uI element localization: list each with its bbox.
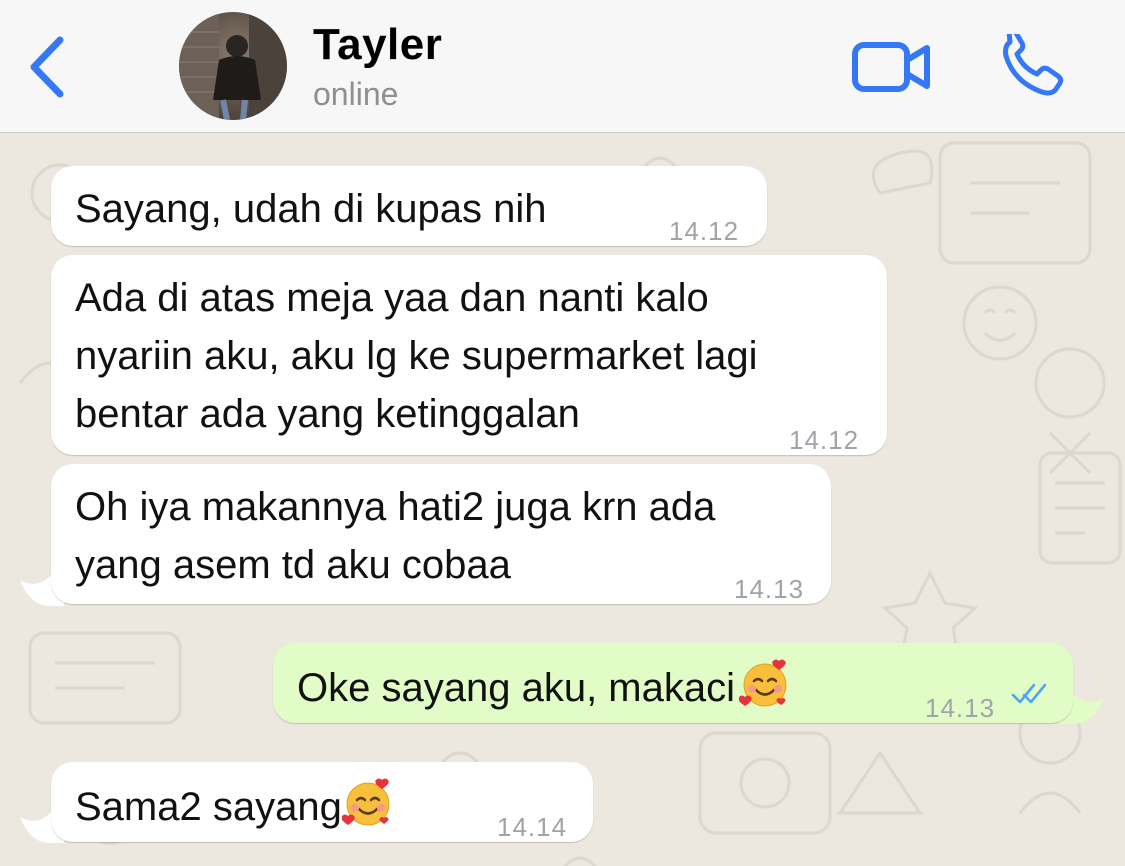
message-text: Oh iya makannya hati2 juga krn ada yang … bbox=[75, 485, 716, 587]
message-time: 14.12 bbox=[669, 216, 740, 246]
contact-status: online bbox=[313, 76, 399, 112]
contact-name[interactable]: Tayler bbox=[313, 20, 442, 70]
message-time: 14.13 bbox=[925, 693, 996, 723]
message-bubble-incoming[interactable]: Ada di atas meja yaa dan nanti kalo nyar… bbox=[51, 255, 887, 455]
message-time: 14.14 bbox=[497, 812, 568, 842]
avatar-image bbox=[179, 12, 287, 120]
avatar[interactable] bbox=[179, 12, 287, 120]
message-text: Sama2 sayang bbox=[75, 776, 394, 836]
message-bubble-incoming[interactable]: Sayang, udah di kupas nih 14.12 bbox=[51, 166, 767, 246]
message-text-content: Sama2 sayang bbox=[75, 785, 342, 829]
read-double-check-icon bbox=[1011, 683, 1047, 704]
smiling-face-with-hearts-icon bbox=[739, 659, 787, 707]
message-bubble-incoming[interactable]: Sama2 sayang 14.14 bbox=[51, 762, 593, 842]
message-text: Oke sayang aku, makaci bbox=[297, 657, 791, 717]
smiling-face-with-hearts-icon bbox=[341, 778, 390, 826]
message-text: Sayang, udah di kupas nih bbox=[75, 187, 547, 231]
message-bubble-incoming[interactable]: Oh iya makannya hati2 juga krn ada yang … bbox=[51, 464, 831, 604]
message-text-content: Oke sayang aku, makaci bbox=[297, 666, 735, 710]
phone-icon[interactable] bbox=[1000, 34, 1068, 98]
video-camera-icon[interactable] bbox=[850, 38, 932, 96]
message-bubble-outgoing[interactable]: Oke sayang aku, makaci 14.13 bbox=[273, 643, 1073, 723]
message-time: 14.12 bbox=[789, 425, 860, 455]
chevron-left-icon[interactable] bbox=[24, 34, 68, 100]
message-text: Ada di atas meja yaa dan nanti kalo nyar… bbox=[75, 276, 758, 436]
message-time: 14.13 bbox=[734, 574, 805, 604]
chat-header: Tayler online bbox=[0, 0, 1125, 133]
